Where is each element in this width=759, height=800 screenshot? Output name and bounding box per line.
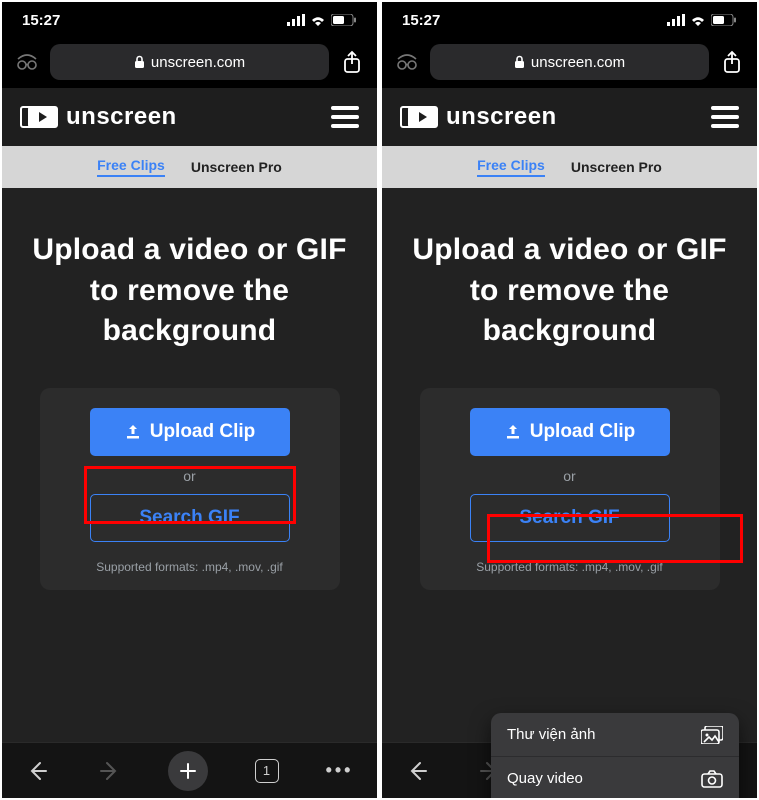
browser-top-bar: unscreen.com [2, 38, 377, 88]
plus-icon [178, 761, 198, 781]
upload-icon [124, 423, 142, 441]
arrow-right-icon [97, 759, 121, 783]
highlight-photo-library [487, 514, 743, 563]
upload-clip-label: Upload Clip [150, 421, 256, 443]
share-button[interactable] [339, 50, 365, 74]
main-content: Upload a video or GIF to remove the back… [382, 188, 757, 742]
back-button[interactable] [406, 759, 430, 783]
tab-free-clips[interactable]: Free Clips [477, 157, 545, 177]
signal-icon [287, 14, 305, 26]
battery-icon [331, 14, 357, 26]
upload-clip-button[interactable]: Upload Clip [470, 408, 670, 456]
menu-button[interactable] [711, 106, 739, 128]
page-headline: Upload a video or GIF to remove the back… [22, 230, 357, 352]
incognito-icon[interactable] [394, 52, 420, 72]
brand-name: unscreen [66, 103, 177, 131]
status-icons [287, 14, 357, 26]
picker-photo-library-label: Thư viện ảnh [507, 726, 595, 743]
phone-left: 15:27 unscreen.com unscreen [2, 2, 377, 798]
picker-record-video[interactable]: Quay video [491, 757, 739, 798]
tab-unscreen-pro[interactable]: Unscreen Pro [571, 159, 662, 175]
camera-icon [701, 770, 723, 788]
site-header: unscreen [382, 88, 757, 146]
browser-bottom-bar: 1 ••• [2, 742, 377, 798]
phone-right: 15:27 unscreen.com unscreen [382, 2, 757, 798]
wifi-icon [309, 14, 327, 26]
status-time: 15:27 [22, 12, 60, 29]
menu-button[interactable] [331, 106, 359, 128]
lock-icon [134, 55, 145, 69]
site-header: unscreen [2, 88, 377, 146]
share-icon [342, 50, 362, 74]
battery-icon [711, 14, 737, 26]
wifi-icon [689, 14, 707, 26]
file-picker-sheet: Thư viện ảnh Quay video Chọn tệp [491, 713, 739, 798]
picker-record-video-label: Quay video [507, 770, 583, 787]
main-content: Upload a video or GIF to remove the back… [2, 188, 377, 742]
brand-logo[interactable]: unscreen [20, 103, 177, 131]
status-time: 15:27 [402, 12, 440, 29]
logo-icon [20, 106, 58, 128]
tab-free-clips[interactable]: Free Clips [97, 157, 165, 177]
forward-button [97, 759, 121, 783]
new-tab-button[interactable] [168, 751, 208, 791]
picker-photo-library[interactable]: Thư viện ảnh [491, 713, 739, 757]
status-bar: 15:27 [382, 2, 757, 38]
url-text: unscreen.com [151, 54, 245, 71]
tabs-button[interactable]: 1 [255, 759, 279, 783]
status-icons [667, 14, 737, 26]
arrow-left-icon [406, 759, 430, 783]
highlight-upload [84, 466, 296, 524]
tab-unscreen-pro[interactable]: Unscreen Pro [191, 159, 282, 175]
upload-clip-label: Upload Clip [530, 421, 636, 443]
url-text: unscreen.com [531, 54, 625, 71]
supported-formats: Supported formats: .mp4, .mov, .gif [96, 560, 283, 574]
share-icon [722, 50, 742, 74]
more-button[interactable]: ••• [326, 760, 354, 781]
share-button[interactable] [719, 50, 745, 74]
tabs: Free Clips Unscreen Pro [2, 146, 377, 188]
tabs: Free Clips Unscreen Pro [382, 146, 757, 188]
arrow-left-icon [26, 759, 50, 783]
or-divider: or [563, 468, 575, 484]
logo-icon [400, 106, 438, 128]
status-bar: 15:27 [2, 2, 377, 38]
brand-logo[interactable]: unscreen [400, 103, 557, 131]
incognito-icon[interactable] [14, 52, 40, 72]
browser-top-bar: unscreen.com [382, 38, 757, 88]
page-headline: Upload a video or GIF to remove the back… [402, 230, 737, 352]
url-bar[interactable]: unscreen.com [50, 44, 329, 80]
back-button[interactable] [26, 759, 50, 783]
lock-icon [514, 55, 525, 69]
photo-library-icon [701, 726, 723, 744]
upload-icon [504, 423, 522, 441]
signal-icon [667, 14, 685, 26]
upload-clip-button[interactable]: Upload Clip [90, 408, 290, 456]
brand-name: unscreen [446, 103, 557, 131]
url-bar[interactable]: unscreen.com [430, 44, 709, 80]
